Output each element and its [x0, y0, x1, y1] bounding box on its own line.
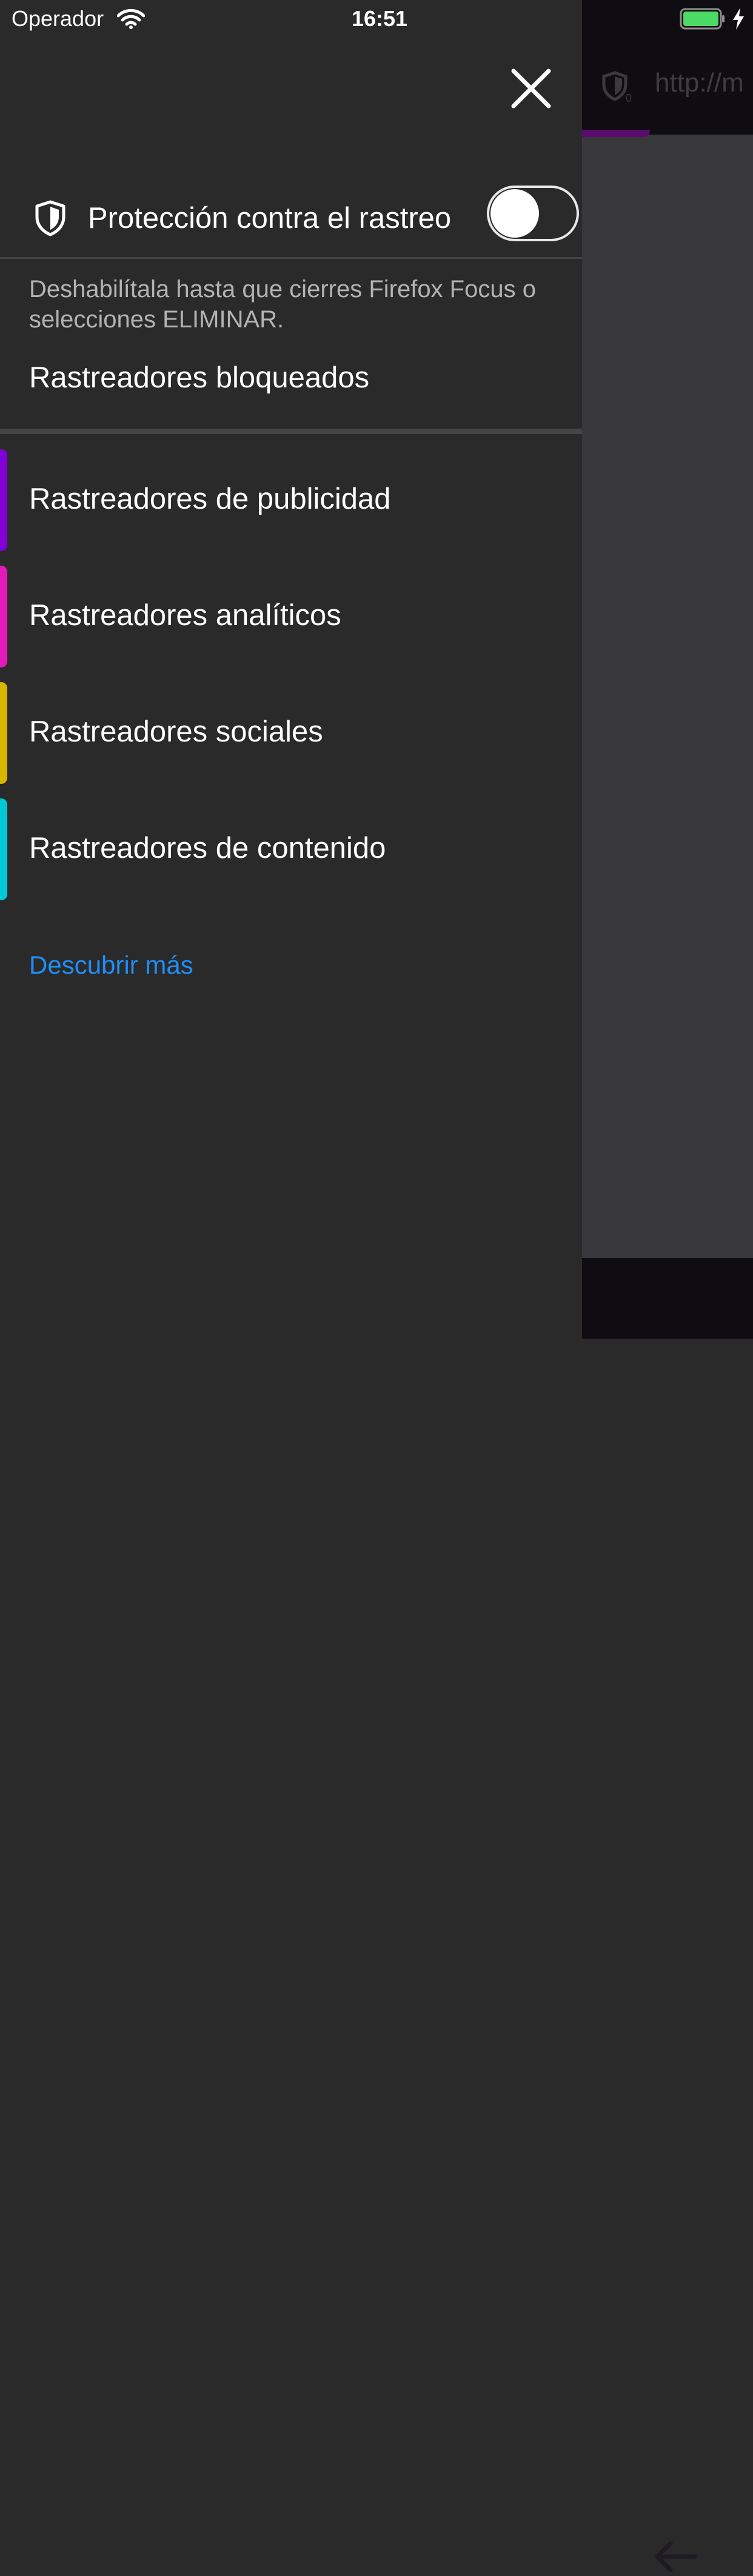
tracker-row-ads[interactable]: Rastreadores de publicidad	[0, 449, 582, 551]
status-bar: Operador 16:51	[0, 0, 753, 38]
charging-bolt-icon	[733, 8, 744, 30]
tracking-protection-label: Protección contra el rastreo	[88, 202, 452, 235]
toggle-knob	[490, 189, 539, 238]
close-button[interactable]	[508, 65, 554, 112]
battery-icon	[680, 8, 725, 30]
tracking-protection-toggle[interactable]	[487, 186, 579, 241]
tracking-protection-description: Deshabilítala hasta que cierres Firefox …	[29, 276, 536, 333]
back-arrow-icon[interactable]	[652, 2537, 698, 2576]
tracker-color-bar	[0, 449, 7, 551]
trackers-blocked-title: Rastreadores bloqueados	[29, 361, 370, 394]
tracker-color-bar	[0, 682, 7, 784]
tracking-protection-row: Protección contra el rastreo	[0, 182, 582, 257]
divider	[0, 257, 582, 259]
url-text[interactable]: http://m	[655, 68, 744, 98]
close-icon[interactable]	[510, 67, 552, 110]
clock: 16:51	[351, 6, 408, 31]
tracking-protection-panel: Protección contra el rastreo Deshabilíta…	[0, 0, 582, 1339]
section-divider	[0, 429, 582, 434]
tracking-shield-icon: 0	[602, 71, 632, 103]
learn-more-link[interactable]: Descubrir más	[29, 951, 193, 980]
tracker-color-bar	[0, 798, 7, 900]
shield-icon	[35, 200, 65, 236]
tracker-label: Rastreadores analíticos	[29, 599, 341, 632]
tracker-label: Rastreadores sociales	[29, 715, 323, 748]
tracker-row-social[interactable]: Rastreadores sociales	[0, 682, 582, 784]
tracker-color-bar	[0, 566, 7, 667]
svg-text:0: 0	[626, 92, 632, 103]
tracker-label: Rastreadores de contenido	[29, 832, 386, 865]
tracker-label: Rastreadores de publicidad	[29, 483, 391, 515]
tracker-row-analytics[interactable]: Rastreadores analíticos	[0, 566, 582, 667]
tracker-row-content[interactable]: Rastreadores de contenido	[0, 798, 582, 900]
